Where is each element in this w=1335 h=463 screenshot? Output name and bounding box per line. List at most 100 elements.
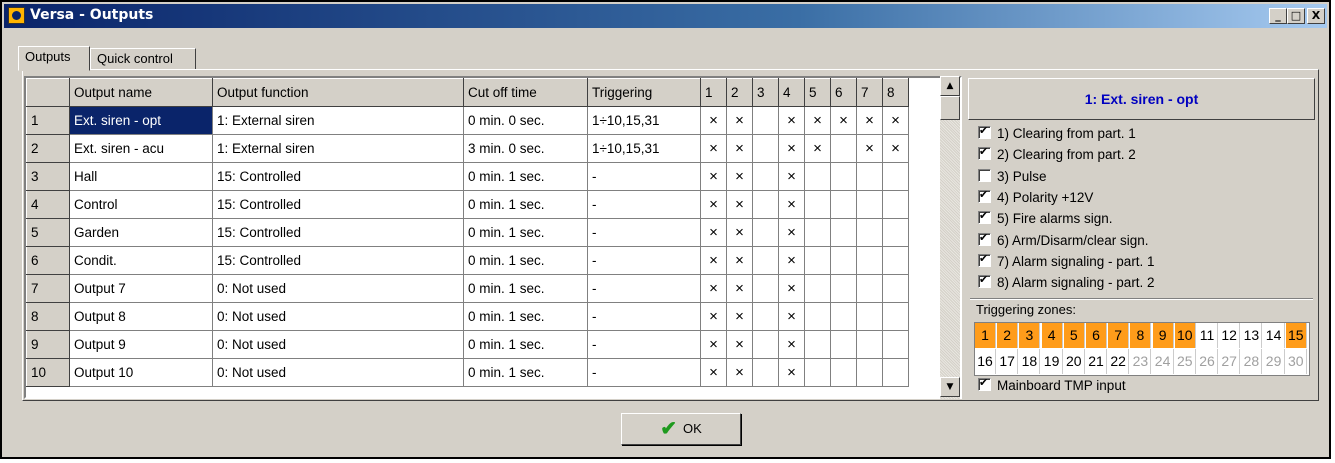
zone-cell[interactable]: 30 [1286, 349, 1307, 374]
flag-cell[interactable] [830, 190, 857, 219]
flag-cell[interactable]: × [726, 106, 753, 135]
output-function-cell[interactable]: 15: Controlled [212, 218, 464, 247]
output-function-cell[interactable]: 1: External siren [212, 134, 464, 163]
checkbox-box[interactable] [978, 145, 991, 161]
checkbox-box[interactable] [978, 231, 991, 246]
zone-cell[interactable]: 10 [1174, 323, 1196, 348]
zone-cell[interactable]: 2 [997, 323, 1019, 348]
cut-off-time-cell[interactable]: 0 min. 1 sec. [463, 274, 588, 303]
flag-cell[interactable]: × [778, 106, 805, 135]
flag-cell[interactable]: × [778, 162, 805, 191]
zone-cell[interactable]: 4 [1041, 323, 1063, 348]
flag-cell[interactable] [804, 302, 831, 331]
row-number[interactable]: 2 [26, 134, 70, 163]
checkbox-box[interactable] [978, 209, 991, 225]
output-name-cell[interactable]: Ext. siren - opt [69, 106, 213, 135]
output-function-cell[interactable]: 0: Not used [212, 274, 464, 303]
flag-cell[interactable] [752, 106, 779, 135]
option-checkbox[interactable]: 2) Clearing from part. 2 [978, 145, 1136, 165]
zone-cell[interactable]: 26 [1197, 349, 1218, 374]
zone-cell[interactable]: 17 [997, 349, 1019, 374]
flag-cell[interactable] [882, 246, 909, 275]
column-header[interactable]: Triggering [587, 78, 701, 107]
zone-cell[interactable]: 21 [1086, 349, 1107, 374]
triggering-cell[interactable]: 1÷10,15,31 [587, 106, 701, 135]
flag-cell[interactable]: × [700, 218, 727, 247]
zone-cell[interactable]: 29 [1264, 349, 1285, 374]
ok-button[interactable]: ✔ OK [621, 413, 741, 445]
flag-cell[interactable] [882, 162, 909, 191]
option-checkbox[interactable]: 6) Arm/Disarm/clear sign. [978, 231, 1149, 251]
zone-cell[interactable]: 18 [1019, 349, 1041, 374]
flag-cell[interactable]: × [726, 162, 753, 191]
flag-cell[interactable] [830, 134, 857, 163]
flag-cell[interactable]: × [778, 190, 805, 219]
flag-cell[interactable]: × [778, 134, 805, 163]
flag-cell[interactable]: × [700, 162, 727, 191]
column-header[interactable]: 7 [856, 78, 883, 107]
header-corner[interactable] [26, 78, 70, 107]
flag-cell[interactable]: × [804, 106, 831, 135]
output-function-cell[interactable]: 15: Controlled [212, 246, 464, 275]
row-number[interactable]: 7 [26, 274, 70, 303]
checkbox-box[interactable] [978, 124, 991, 139]
flag-cell[interactable] [856, 330, 883, 359]
row-number[interactable]: 3 [26, 162, 70, 191]
cut-off-time-cell[interactable]: 0 min. 1 sec. [463, 302, 588, 331]
flag-cell[interactable] [856, 358, 883, 387]
triggering-cell[interactable]: - [587, 330, 701, 359]
flag-cell[interactable]: × [882, 106, 909, 135]
flag-cell[interactable] [830, 358, 857, 387]
checkbox-box[interactable] [978, 188, 991, 203]
flag-cell[interactable]: × [726, 330, 753, 359]
flag-cell[interactable] [830, 218, 857, 247]
flag-cell[interactable]: × [856, 106, 883, 135]
table-row[interactable]: 10 Output 10 0: Not used 0 min. 1 sec. - × × × [26, 358, 909, 387]
flag-cell[interactable]: × [804, 134, 831, 163]
flag-cell[interactable] [856, 218, 883, 247]
flag-cell[interactable] [830, 302, 857, 331]
flag-cell[interactable] [856, 162, 883, 191]
mainboard-tmp-checkbox[interactable]: Mainboard TMP input [978, 376, 1126, 396]
triggering-cell[interactable]: - [587, 246, 701, 275]
zone-cell[interactable]: 23 [1130, 349, 1152, 374]
triggering-cell[interactable]: - [587, 162, 701, 191]
cut-off-time-cell[interactable]: 0 min. 1 sec. [463, 190, 588, 219]
zone-cell[interactable]: 13 [1241, 323, 1263, 348]
output-function-cell[interactable]: 15: Controlled [212, 190, 464, 219]
checkbox-box[interactable] [978, 376, 991, 391]
column-header[interactable]: 6 [830, 78, 857, 107]
zone-cell[interactable]: 20 [1064, 349, 1085, 374]
zone-cell[interactable]: 15 [1285, 323, 1307, 348]
flag-cell[interactable]: × [726, 134, 753, 163]
row-number[interactable]: 10 [26, 358, 70, 387]
output-name-cell[interactable]: Control [69, 190, 213, 219]
flag-cell[interactable]: × [700, 134, 727, 163]
flag-cell[interactable]: × [700, 246, 727, 275]
scroll-down-button[interactable]: ▼ [940, 377, 960, 397]
output-name-cell[interactable]: Output 9 [69, 330, 213, 359]
triggering-cell[interactable]: - [587, 358, 701, 387]
triggering-cell[interactable]: 1÷10,15,31 [587, 134, 701, 163]
column-header[interactable]: Output function [212, 78, 464, 107]
column-header[interactable]: Cut off time [463, 78, 588, 107]
output-name-cell[interactable]: Ext. siren - acu [69, 134, 213, 163]
flag-cell[interactable] [804, 162, 831, 191]
flag-cell[interactable]: × [726, 218, 753, 247]
zone-cell[interactable]: 27 [1219, 349, 1241, 374]
grid-scrollbar[interactable]: ▲ ▼ [940, 76, 960, 399]
title-bar[interactable]: Versa - Outputs _ □ X [4, 4, 1327, 28]
zone-cell[interactable]: 24 [1153, 349, 1174, 374]
flag-cell[interactable] [804, 246, 831, 275]
flag-cell[interactable]: × [778, 274, 805, 303]
scroll-up-button[interactable]: ▲ [940, 76, 960, 96]
flag-cell[interactable]: × [726, 246, 753, 275]
checkbox-box[interactable] [978, 252, 991, 267]
flag-cell[interactable]: × [726, 274, 753, 303]
table-row[interactable]: 5 Garden 15: Controlled 0 min. 1 sec. - × × × [26, 218, 909, 247]
flag-cell[interactable] [856, 246, 883, 275]
selected-output-header[interactable]: 1: Ext. siren - opt [968, 78, 1315, 120]
output-name-cell[interactable]: Garden [69, 218, 213, 247]
option-checkbox[interactable]: 3) Pulse [978, 168, 1047, 187]
column-header[interactable]: 5 [804, 78, 831, 107]
